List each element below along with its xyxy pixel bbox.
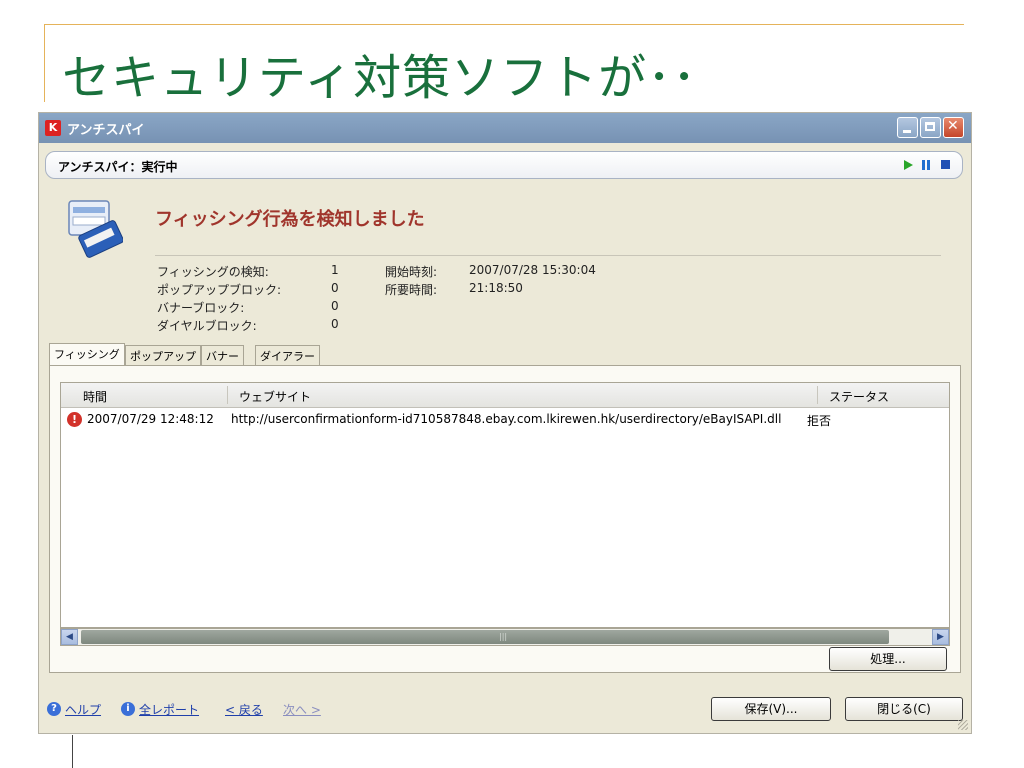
play-icon[interactable]: [904, 160, 913, 170]
back-link[interactable]: < 戻る: [225, 701, 263, 718]
list-header: 時間 ウェブサイト ステータス: [61, 383, 949, 408]
grip-icon: |||: [499, 632, 508, 641]
table-row[interactable]: ! 2007/07/29 12:48:12 http://userconfirm…: [61, 409, 949, 431]
stat-dialer-value: 0: [331, 317, 339, 331]
row-website: http://userconfirmationform-id710587848.…: [231, 412, 782, 426]
stat-banner-label: バナーブロック:: [157, 301, 245, 315]
slide-left-rule: [44, 24, 45, 102]
help-icon[interactable]: ?: [47, 702, 61, 716]
scroll-left-icon[interactable]: ◀: [61, 629, 78, 645]
stat-phishing-label: フィッシングの検知:: [157, 265, 269, 279]
tab-banner[interactable]: バナー: [201, 345, 244, 365]
resize-grip-icon[interactable]: [958, 720, 968, 730]
stop-icon[interactable]: [941, 160, 950, 169]
column-header-time[interactable]: 時間: [83, 388, 107, 405]
row-time: 2007/07/29 12:48:12: [87, 412, 214, 426]
phishing-list[interactable]: 時間 ウェブサイト ステータス ! 2007/07/29 12:48:12 ht…: [60, 382, 950, 628]
antispy-window: K アンチスパイ アンチスパイ：実行中 フィッシング行為を検知しました フィッシ…: [38, 112, 972, 734]
stat-dialer-label: ダイヤルブロック:: [157, 319, 257, 333]
stat-popup-value: 0: [331, 281, 339, 295]
scrollbar-thumb[interactable]: |||: [81, 630, 889, 644]
next-link[interactable]: 次へ >: [283, 701, 321, 718]
column-separator[interactable]: [227, 386, 228, 404]
horizontal-scrollbar[interactable]: ◀ ||| ▶: [60, 628, 950, 646]
pause-icon[interactable]: [922, 160, 930, 170]
save-button[interactable]: 保存(V)...: [711, 697, 831, 721]
slide-bottom-line: [72, 735, 73, 768]
slide-top-rule: [44, 24, 964, 25]
close-window-button[interactable]: [943, 117, 964, 138]
window-titlebar[interactable]: K アンチスパイ: [39, 113, 971, 143]
tab-dialer[interactable]: ダイアラー: [255, 345, 320, 365]
detection-headline: フィッシング行為を検知しました: [155, 209, 425, 230]
info-icon[interactable]: i: [121, 702, 135, 716]
stat-duration-value: 21:18:50: [469, 281, 523, 295]
minimize-button[interactable]: [897, 117, 918, 138]
alert-icon: !: [67, 412, 82, 427]
window-title: アンチスパイ: [67, 123, 145, 138]
full-report-link[interactable]: 全レポート: [139, 701, 199, 718]
kaspersky-logo-icon: K: [45, 120, 61, 136]
scroll-right-icon[interactable]: ▶: [932, 629, 949, 645]
stat-duration-label: 所要時間:: [385, 283, 438, 297]
tab-panel: 時間 ウェブサイト ステータス ! 2007/07/29 12:48:12 ht…: [49, 365, 961, 673]
password-card-icon: [68, 200, 123, 258]
stat-start-label: 開始時刻:: [385, 265, 438, 279]
maximize-button[interactable]: [920, 117, 941, 138]
tab-popup[interactable]: ポップアップ: [125, 345, 201, 365]
stat-banner-value: 0: [331, 299, 339, 313]
column-separator[interactable]: [817, 386, 818, 404]
process-button[interactable]: 処理...: [829, 647, 947, 671]
help-link[interactable]: ヘルプ: [65, 701, 101, 718]
status-text: アンチスパイ：実行中: [58, 160, 178, 174]
stat-start-value: 2007/07/28 15:30:04: [469, 263, 596, 277]
headline-divider: [155, 255, 941, 256]
slide-title: セキュリティ対策ソフトが･･: [62, 50, 698, 106]
status-bar: アンチスパイ：実行中: [45, 151, 963, 179]
close-button[interactable]: 閉じる(C): [845, 697, 963, 721]
row-status: 拒否: [807, 414, 832, 428]
stat-popup-label: ポップアップブロック:: [157, 283, 282, 297]
tab-phishing[interactable]: フィッシング: [49, 343, 125, 365]
column-header-status[interactable]: ステータス: [829, 388, 889, 405]
column-header-website[interactable]: ウェブサイト: [239, 388, 311, 405]
stat-phishing-value: 1: [331, 263, 339, 277]
